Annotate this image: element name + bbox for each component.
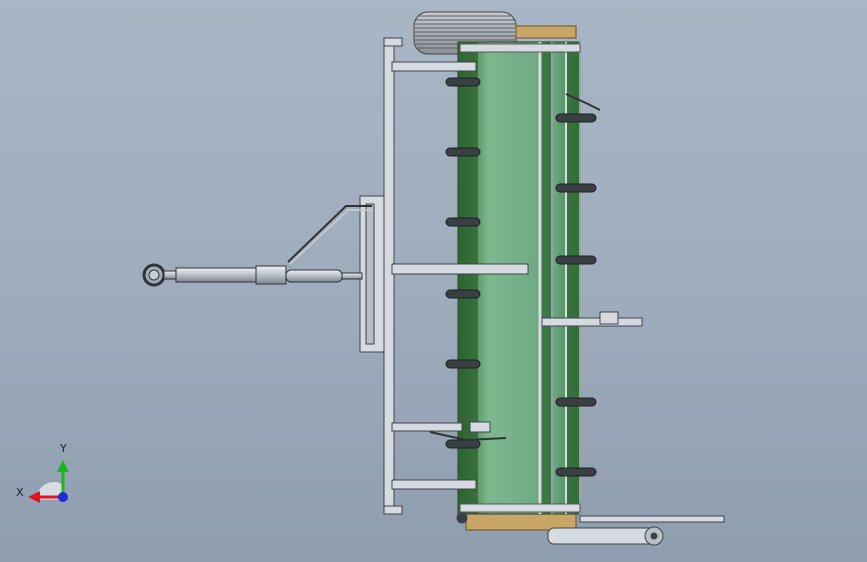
axis-triad [28,460,69,503]
z-axis-dot [58,492,68,502]
y-axis-label: Y [60,442,67,455]
wood-cap-top [515,25,577,39]
cad-viewport[interactable]: X Y [0,0,867,562]
top-link-cylinder [142,263,363,287]
x-axis-label: X [16,486,24,499]
machine-drawing [28,11,725,546]
